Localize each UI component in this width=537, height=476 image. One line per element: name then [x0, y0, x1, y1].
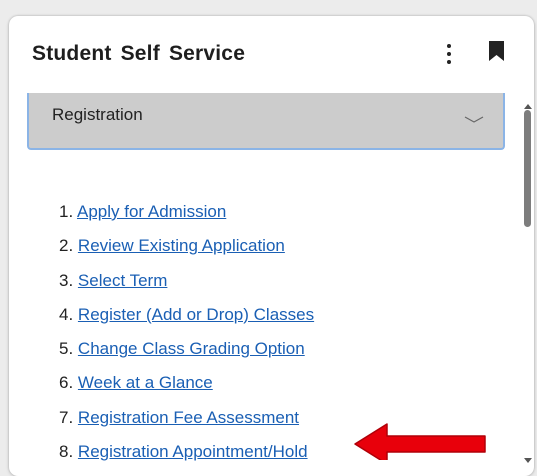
list-item: 7. Registration Fee Assessment: [59, 408, 314, 442]
item-number: 8.: [59, 442, 74, 462]
register-classes-link[interactable]: Register (Add or Drop) Classes: [78, 305, 314, 324]
kebab-menu-icon[interactable]: [439, 42, 459, 66]
review-existing-application-link[interactable]: Review Existing Application: [78, 236, 285, 255]
accordion-label: Registration: [52, 105, 143, 124]
list-item: 6. Week at a Glance: [59, 373, 314, 407]
chevron-down-icon: [464, 111, 484, 129]
scroll-thumb[interactable]: [524, 110, 531, 227]
student-self-service-card: Student Self Service Registration 1. App…: [9, 16, 534, 476]
item-number: 3.: [59, 270, 74, 290]
registration-appointment-hold-link[interactable]: Registration Appointment/Hold: [78, 442, 308, 461]
item-number: 2.: [59, 236, 74, 256]
list-item: 1. Apply for Admission: [59, 202, 314, 236]
change-grading-option-link[interactable]: Change Class Grading Option: [78, 339, 305, 358]
scroll-down-arrow-icon[interactable]: [524, 451, 532, 469]
item-number: 1.: [59, 202, 74, 221]
select-term-link[interactable]: Select Term: [78, 271, 167, 290]
list-item: 3. Select Term: [59, 271, 314, 305]
card-content: Registration 1. Apply for Admission 2. R…: [9, 93, 519, 476]
list-item: 4. Register (Add or Drop) Classes: [59, 305, 314, 339]
registration-link-list: 1. Apply for Admission 2. Review Existin…: [59, 202, 314, 476]
item-number: 4.: [59, 304, 74, 324]
apply-for-admission-link[interactable]: Apply for Admission: [77, 202, 226, 221]
item-number: 7.: [59, 407, 74, 427]
item-number: 6.: [59, 373, 74, 393]
registration-accordion-header[interactable]: Registration: [27, 93, 505, 150]
card-title: Student Self Service: [32, 42, 246, 65]
vertical-scrollbar[interactable]: [523, 94, 534, 476]
red-arrow-icon: [353, 420, 487, 465]
registration-fee-assessment-link[interactable]: Registration Fee Assessment: [78, 408, 299, 427]
list-item: 2. Review Existing Application: [59, 236, 314, 270]
item-number: 5.: [59, 339, 74, 359]
list-item: 8. Registration Appointment/Hold: [59, 442, 314, 476]
week-at-a-glance-link[interactable]: Week at a Glance: [78, 373, 213, 392]
bookmark-icon[interactable]: [489, 41, 504, 66]
list-item: 5. Change Class Grading Option: [59, 339, 314, 373]
